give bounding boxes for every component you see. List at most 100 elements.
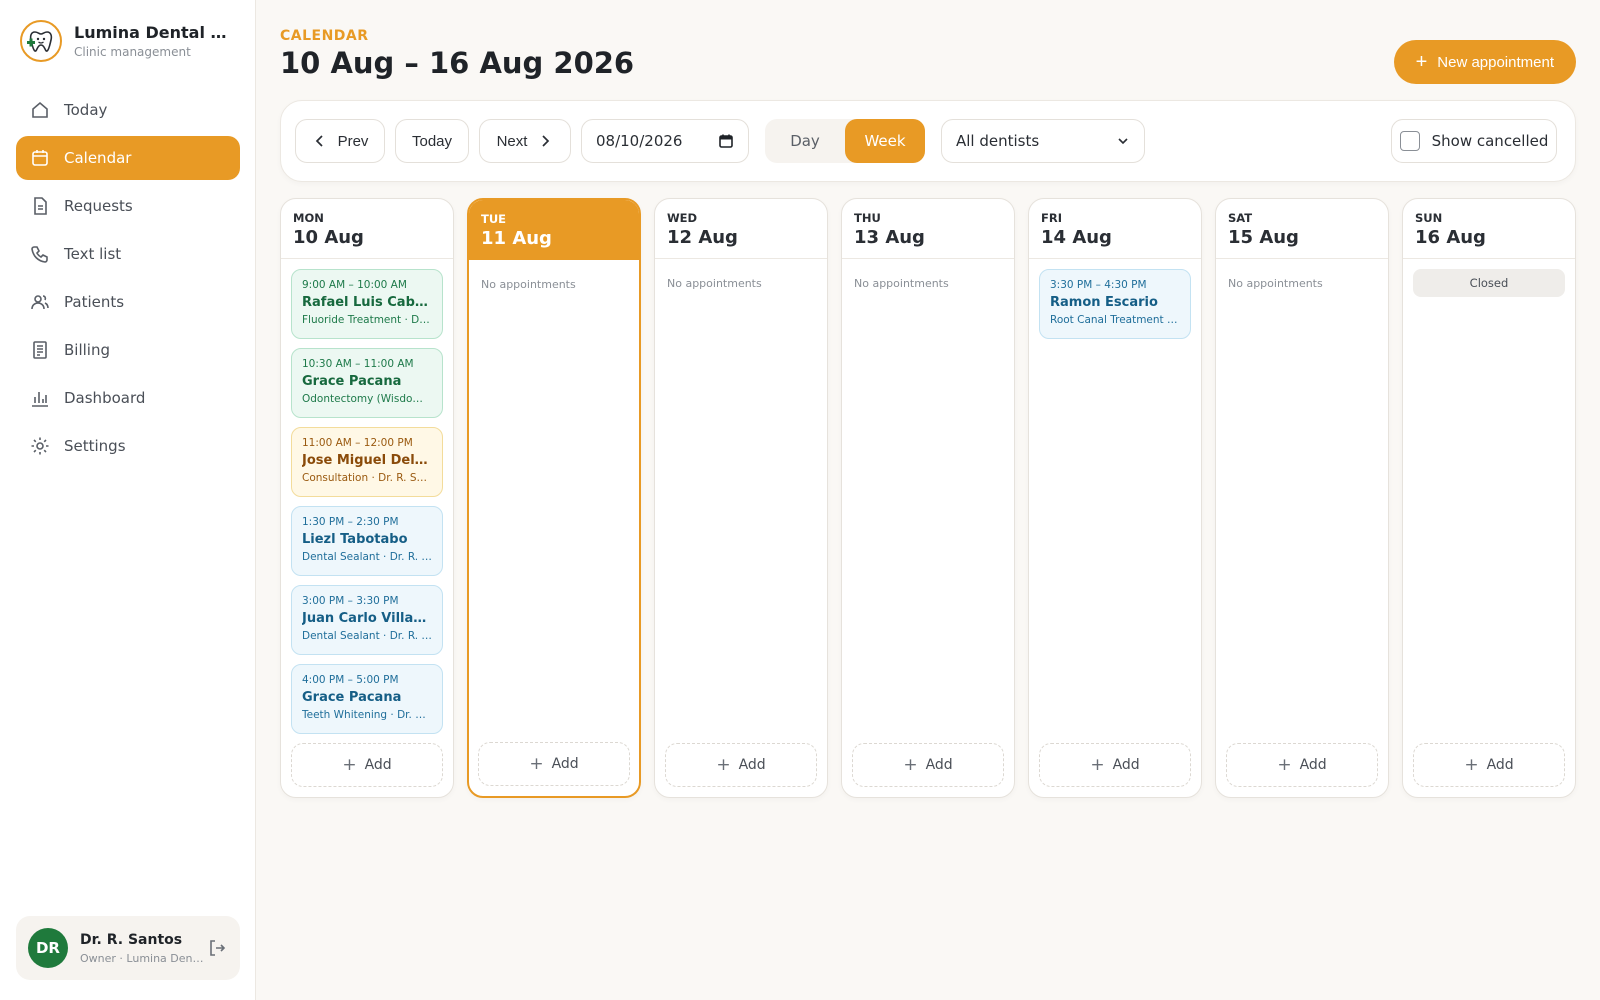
appointment-card[interactable]: 11:00 AM – 12:00 PM Jose Miguel Dela Cru… [291, 427, 443, 497]
new-appointment-button[interactable]: + New appointment [1393, 40, 1576, 84]
day-date: 11 Aug [481, 228, 552, 249]
user-name: Dr. R. Santos [80, 931, 183, 948]
calendar-icon[interactable] [718, 133, 734, 149]
appointment-detail: Dental Sealant · Dr. R. Santos [302, 551, 432, 563]
day-of-week: WED [667, 211, 698, 225]
users-icon [31, 295, 49, 310]
add-appointment-button[interactable]: + Add [1413, 743, 1565, 787]
logout-icon[interactable] [206, 937, 228, 959]
next-button[interactable]: Next [479, 119, 571, 163]
sidebar-item-settings[interactable]: Settings [16, 424, 240, 468]
day-header: WED 12 Aug [655, 199, 827, 259]
date-picker-input[interactable]: 08/10/2026 [581, 119, 749, 163]
day-of-week: FRI [1041, 211, 1062, 225]
brand[interactable]: Lumina Dental Studio Clinic management [20, 20, 234, 62]
dentist-filter-select[interactable]: All dentists [941, 119, 1145, 163]
appointment-card[interactable]: 4:00 PM – 5:00 PM Grace Pacana Teeth Whi… [291, 664, 443, 734]
sidebar-item-today[interactable]: Today [16, 88, 240, 132]
sidebar-item-label: Text list [64, 245, 122, 263]
sidebar-item-patients[interactable]: Patients [16, 280, 240, 324]
chevron-right-icon [542, 135, 550, 147]
add-appointment-button[interactable]: + Add [665, 743, 817, 787]
appointment-patient: Jose Miguel Dela Cruz [302, 453, 432, 468]
day-date: 16 Aug [1415, 227, 1486, 248]
appointment-detail: Root Canal Treatment · Dr. R. Santos [1050, 314, 1180, 326]
view-week-button[interactable]: Week [845, 119, 925, 163]
page-eyebrow: CALENDAR [280, 28, 369, 44]
receipt-icon [33, 341, 47, 359]
new-appointment-label: New appointment [1437, 53, 1554, 71]
day-header: SAT 15 Aug [1216, 199, 1388, 259]
appointment-time: 3:30 PM – 4:30 PM [1050, 279, 1147, 291]
chevron-down-icon [1118, 138, 1128, 145]
day-column-mon: MON 10 Aug 9:00 AM – 10:00 AM Rafael Lui… [280, 198, 454, 798]
add-appointment-button[interactable]: + Add [478, 742, 630, 786]
view-day-button[interactable]: Day [765, 119, 845, 163]
plus-icon: + [903, 755, 918, 775]
chevron-left-icon [315, 135, 323, 147]
calendar-toolbar: Prev Today Next 08/10/2026 Day Week All … [280, 100, 1576, 182]
closed-badge: Closed [1413, 269, 1565, 297]
sidebar-item-text-list[interactable]: Text list [16, 232, 240, 276]
appointment-patient: Rafael Luis Cabrera [302, 295, 432, 310]
appointment-time: 10:30 AM – 11:00 AM [302, 358, 414, 370]
plus-icon: + [1464, 755, 1479, 775]
brand-name: Lumina Dental Studio [74, 23, 234, 42]
sidebar: Lumina Dental Studio Clinic management T… [0, 0, 256, 1000]
add-label: Add [925, 757, 953, 773]
day-of-week: TUE [481, 212, 507, 226]
prev-button[interactable]: Prev [295, 119, 385, 163]
sidebar-item-label: Billing [64, 341, 110, 359]
today-button[interactable]: Today [395, 119, 469, 163]
day-date: 14 Aug [1041, 227, 1112, 248]
add-label: Add [364, 757, 392, 773]
appointment-detail: Teeth Whitening · Dr. R. Santos [302, 709, 432, 721]
day-header: THU 13 Aug [842, 199, 1014, 259]
sidebar-item-label: Today [64, 101, 108, 119]
sidebar-item-dashboard[interactable]: Dashboard [16, 376, 240, 420]
plus-icon: + [716, 755, 731, 775]
day-header: FRI 14 Aug [1029, 199, 1201, 259]
sidebar-item-requests[interactable]: Requests [16, 184, 240, 228]
show-cancelled-checkbox[interactable] [1399, 131, 1420, 151]
sidebar-item-label: Requests [64, 197, 133, 215]
next-label: Next [496, 132, 528, 150]
add-appointment-button[interactable]: + Add [1039, 743, 1191, 787]
add-appointment-button[interactable]: + Add [291, 743, 443, 787]
appointment-card[interactable]: 9:00 AM – 10:00 AM Rafael Luis Cabrera F… [291, 269, 443, 339]
day-column-thu: THU 13 Aug No appointments + Add [841, 198, 1015, 798]
day-of-week: MON [293, 211, 324, 225]
no-appointments-text: No appointments [854, 277, 949, 290]
plus-icon: + [1415, 51, 1428, 73]
add-appointment-button[interactable]: + Add [1226, 743, 1378, 787]
appointment-card[interactable]: 3:00 PM – 3:30 PM Juan Carlo Villanueva … [291, 585, 443, 655]
day-of-week: THU [854, 211, 881, 225]
appointment-patient: Liezl Tabotabo [302, 532, 408, 547]
show-cancelled-toggle[interactable]: Show cancelled [1391, 119, 1557, 163]
sidebar-nav: Today Calendar Requests Text list Patien… [16, 88, 240, 472]
day-of-week: SAT [1228, 211, 1253, 225]
appointment-card[interactable]: 3:30 PM – 4:30 PM Ramon Escario Root Can… [1039, 269, 1191, 339]
day-column-sun: SUN 16 Aug Closed + Add [1402, 198, 1576, 798]
document-icon [34, 197, 47, 215]
brand-subtitle: Clinic management [74, 45, 191, 59]
appointment-card[interactable]: 10:30 AM – 11:00 AM Grace Pacana Odontec… [291, 348, 443, 418]
day-header: MON 10 Aug [281, 199, 453, 259]
appointment-patient: Juan Carlo Villanueva [302, 611, 432, 626]
sidebar-item-billing[interactable]: Billing [16, 328, 240, 372]
avatar[interactable]: DR [28, 928, 68, 968]
date-value: 08/10/2026 [596, 132, 683, 150]
appointment-time: 1:30 PM – 2:30 PM [302, 516, 399, 528]
home-icon [32, 101, 48, 118]
main-content: CALENDAR 10 Aug – 16 Aug 2026 + New appo… [280, 0, 1576, 1000]
day-date: 12 Aug [667, 227, 738, 248]
day-column-wed: WED 12 Aug No appointments + Add [654, 198, 828, 798]
appointment-detail: Odontectomy (Wisdom Tooth) · Dr. R. Sant… [302, 393, 432, 405]
sidebar-item-calendar[interactable]: Calendar [16, 136, 240, 180]
add-appointment-button[interactable]: + Add [852, 743, 1004, 787]
day-header: TUE 11 Aug [469, 200, 639, 260]
day-date: 15 Aug [1228, 227, 1299, 248]
sidebar-item-label: Patients [64, 293, 125, 311]
appointment-card[interactable]: 1:30 PM – 2:30 PM Liezl Tabotabo Dental … [291, 506, 443, 576]
appointment-time: 3:00 PM – 3:30 PM [302, 595, 399, 607]
